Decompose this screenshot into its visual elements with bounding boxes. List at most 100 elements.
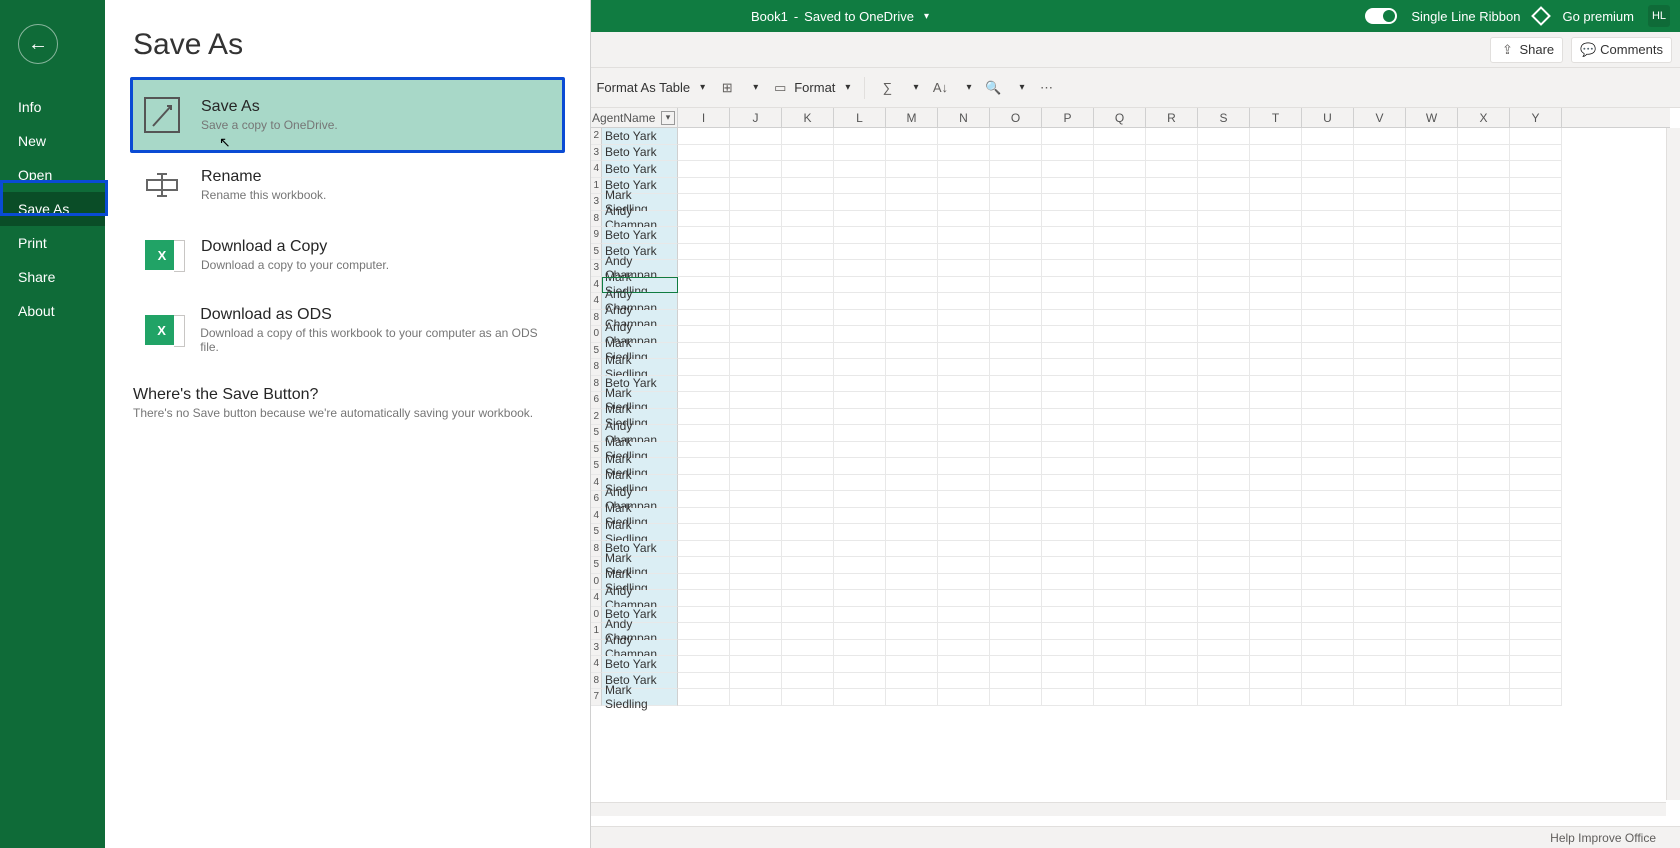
cell[interactable]	[1042, 557, 1094, 574]
column-header[interactable]: P	[1042, 108, 1094, 127]
cell[interactable]	[938, 607, 990, 624]
cell[interactable]	[990, 310, 1042, 327]
cell[interactable]	[1302, 607, 1354, 624]
cell[interactable]	[1094, 293, 1146, 310]
cell[interactable]	[678, 277, 730, 294]
cell[interactable]	[678, 640, 730, 657]
cell[interactable]	[886, 178, 938, 195]
cell[interactable]	[990, 227, 1042, 244]
horizontal-scrollbar[interactable]	[588, 802, 1666, 816]
cell[interactable]	[990, 590, 1042, 607]
cell[interactable]	[1458, 145, 1510, 162]
cell[interactable]	[834, 656, 886, 673]
cell[interactable]	[938, 442, 990, 459]
cell[interactable]	[1146, 607, 1198, 624]
cell[interactable]	[886, 475, 938, 492]
cell[interactable]	[834, 293, 886, 310]
cell[interactable]	[1250, 376, 1302, 393]
nav-info[interactable]: Info	[0, 90, 105, 124]
cell[interactable]	[730, 574, 782, 591]
cell[interactable]	[886, 409, 938, 426]
cell[interactable]	[1510, 458, 1562, 475]
cell[interactable]	[990, 425, 1042, 442]
cell[interactable]	[834, 128, 886, 145]
cell[interactable]	[938, 409, 990, 426]
cell[interactable]	[1042, 359, 1094, 376]
cell[interactable]	[1458, 178, 1510, 195]
cell[interactable]	[1406, 574, 1458, 591]
cell[interactable]	[834, 442, 886, 459]
cell[interactable]	[1354, 409, 1406, 426]
cell[interactable]	[678, 211, 730, 228]
cell[interactable]	[938, 524, 990, 541]
cell[interactable]	[782, 359, 834, 376]
cell[interactable]	[678, 524, 730, 541]
cell[interactable]	[1198, 227, 1250, 244]
cell[interactable]	[1094, 425, 1146, 442]
cell[interactable]	[678, 541, 730, 558]
cell[interactable]	[1146, 623, 1198, 640]
cell[interactable]	[938, 128, 990, 145]
cell[interactable]	[886, 557, 938, 574]
cell[interactable]	[834, 458, 886, 475]
cell[interactable]	[990, 442, 1042, 459]
cell[interactable]	[1250, 475, 1302, 492]
cell[interactable]	[782, 326, 834, 343]
cell[interactable]	[678, 326, 730, 343]
cell[interactable]	[1510, 277, 1562, 294]
cell[interactable]	[1250, 673, 1302, 690]
cell[interactable]	[1250, 310, 1302, 327]
cell[interactable]	[1458, 376, 1510, 393]
cell[interactable]	[782, 161, 834, 178]
cell-agentname[interactable]: Andy Champan	[602, 590, 678, 607]
cell[interactable]	[834, 227, 886, 244]
cell[interactable]	[1094, 508, 1146, 525]
column-header[interactable]: J	[730, 108, 782, 127]
cell[interactable]	[1406, 442, 1458, 459]
cell[interactable]	[782, 590, 834, 607]
table-row[interactable]: 5Mark Siedling	[588, 442, 1670, 459]
cell[interactable]	[1042, 409, 1094, 426]
cell[interactable]	[1354, 128, 1406, 145]
comments-button[interactable]: 💬 Comments	[1571, 37, 1672, 63]
cell[interactable]	[834, 409, 886, 426]
cell[interactable]	[1042, 194, 1094, 211]
cell[interactable]	[730, 277, 782, 294]
cell[interactable]	[834, 574, 886, 591]
cell[interactable]	[938, 425, 990, 442]
cell[interactable]	[782, 656, 834, 673]
cell[interactable]	[1198, 640, 1250, 657]
cell[interactable]	[1094, 343, 1146, 360]
cell[interactable]	[1510, 425, 1562, 442]
cell[interactable]	[990, 557, 1042, 574]
cell[interactable]	[1406, 326, 1458, 343]
cell[interactable]	[1302, 458, 1354, 475]
cell[interactable]	[938, 178, 990, 195]
cell[interactable]	[1302, 491, 1354, 508]
cell[interactable]	[886, 161, 938, 178]
cell[interactable]	[1146, 178, 1198, 195]
cell[interactable]	[1354, 310, 1406, 327]
cell[interactable]	[1354, 194, 1406, 211]
cell[interactable]	[938, 326, 990, 343]
cell[interactable]	[782, 623, 834, 640]
cell[interactable]	[834, 475, 886, 492]
cell[interactable]	[730, 359, 782, 376]
cell[interactable]	[1458, 491, 1510, 508]
cell-agentname[interactable]: Beto Yark	[602, 161, 678, 178]
column-header-agentname[interactable]: AgentName ▾	[588, 108, 678, 127]
cell[interactable]	[1198, 343, 1250, 360]
cell[interactable]	[1042, 491, 1094, 508]
find-icon[interactable]: 🔍	[986, 80, 1002, 96]
cell[interactable]	[1042, 260, 1094, 277]
cell[interactable]	[1042, 607, 1094, 624]
cell[interactable]	[834, 161, 886, 178]
cell[interactable]	[730, 541, 782, 558]
cell[interactable]	[1458, 244, 1510, 261]
nav-share[interactable]: Share	[0, 260, 105, 294]
cell[interactable]	[834, 524, 886, 541]
cell[interactable]	[834, 178, 886, 195]
cell[interactable]	[834, 557, 886, 574]
cell[interactable]	[1198, 376, 1250, 393]
download-ods-option[interactable]: X Download as ODS Download a copy of thi…	[133, 290, 562, 370]
